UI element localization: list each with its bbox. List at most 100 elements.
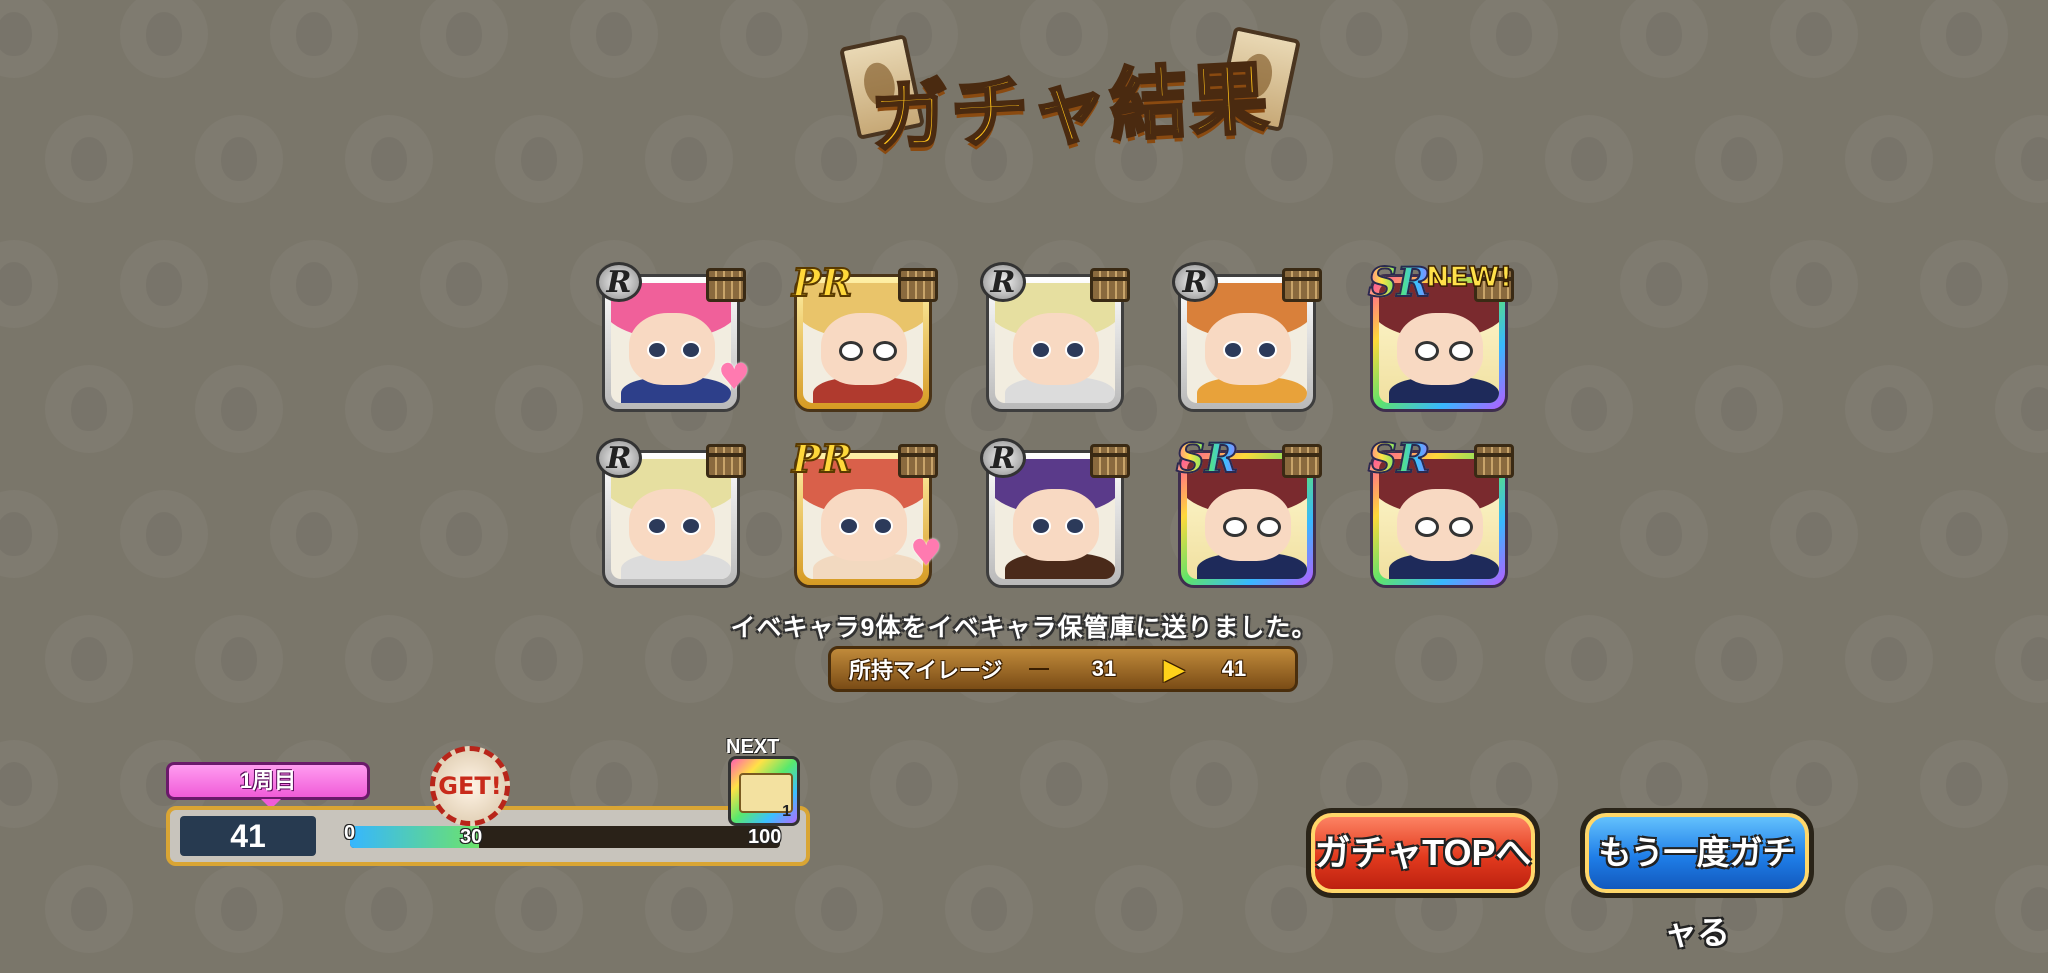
pattern-disc [420, 240, 508, 328]
pattern-disc [1770, 490, 1858, 578]
rarity-badge: R [596, 438, 642, 478]
pattern-disc [1920, 740, 2008, 828]
storage-chest-icon [1282, 268, 1322, 302]
pattern-disc [1170, 740, 1258, 828]
pattern-disc [120, 490, 208, 578]
pattern-disc [1995, 365, 2048, 453]
pattern-disc [1695, 115, 1783, 203]
rarity-badge: PR [791, 435, 853, 482]
pattern-disc [1620, 240, 1708, 328]
portrait-face [629, 313, 715, 385]
pattern-disc [1470, 0, 1558, 78]
pattern-disc [345, 865, 433, 953]
draw-count: 41 [180, 816, 316, 856]
pattern-disc [1320, 0, 1408, 78]
pattern-disc [120, 0, 208, 78]
pattern-disc [195, 115, 283, 203]
portrait-eye-left [839, 517, 859, 535]
portrait-eye-left [647, 341, 667, 359]
rarity-badge: SR [1172, 434, 1242, 483]
portrait-eye-right [1449, 517, 1473, 537]
storage-chest-icon [898, 268, 938, 302]
rarity-badge: SR [1364, 258, 1434, 307]
portrait-eye-left [647, 517, 667, 535]
pattern-disc [795, 865, 883, 953]
pattern-disc [270, 490, 358, 578]
portrait-face [1013, 489, 1099, 561]
rarity-badge: SR [1364, 434, 1434, 483]
title-text: ガチャ結果 [867, 52, 1273, 166]
pattern-disc [1920, 240, 2008, 328]
pattern-disc [870, 740, 958, 828]
pattern-disc [1920, 490, 2008, 578]
pattern-disc [1995, 115, 2048, 203]
portrait-eye-left [1415, 517, 1439, 537]
rarity-badge: R [596, 262, 642, 302]
storage-chest-icon [706, 444, 746, 478]
character-card[interactable]: PR ♥ [788, 435, 942, 588]
portrait-eye-right [1065, 517, 1085, 535]
portrait-eye-right [1257, 517, 1281, 537]
get-stamp-icon: GET! [430, 746, 510, 826]
pattern-disc [195, 365, 283, 453]
portrait-eye-right [681, 517, 701, 535]
pattern-disc [270, 240, 358, 328]
mileage-before: 31 [1091, 656, 1117, 681]
character-card[interactable]: R [1172, 262, 1322, 412]
pattern-disc [495, 865, 583, 953]
storage-chest-icon [706, 268, 746, 302]
rarity-badge: R [980, 262, 1026, 302]
pattern-disc [1770, 240, 1858, 328]
mileage-bar: 所持マイレージ 31 ▶ 41 [828, 646, 1298, 692]
pattern-disc [0, 740, 58, 828]
portrait-eye-left [1223, 341, 1243, 359]
character-card[interactable]: SR NEW! [1364, 258, 1514, 412]
pattern-disc [1620, 0, 1708, 78]
pattern-disc [945, 865, 1033, 953]
storage-chest-icon [1090, 444, 1130, 478]
rarity-badge: R [980, 438, 1026, 478]
pattern-disc [645, 865, 733, 953]
pattern-disc [45, 865, 133, 953]
storage-notice: イベキャラ9体をイベキャラ保管庫に送りました。 [730, 614, 1318, 642]
pattern-disc [270, 0, 358, 78]
mileage-arrow-icon: ▶ [1164, 653, 1184, 684]
rarity-badge: PR [791, 259, 853, 306]
new-badge: NEW! [1425, 259, 1513, 294]
portrait-eye-left [1415, 341, 1439, 361]
character-card[interactable]: R [980, 438, 1130, 588]
tick-mid: 30 [460, 826, 483, 848]
pattern-disc [420, 490, 508, 578]
gacha-again-button[interactable]: もう一度ガチャる [1580, 808, 1814, 951]
portrait-eye-right [1257, 341, 1277, 359]
tick-min: 0 [344, 822, 356, 844]
heart-icon: ♥ [718, 357, 751, 398]
portrait-eye-left [839, 341, 863, 361]
portrait-eye-right [1065, 341, 1085, 359]
tick-max: 100 [748, 826, 782, 848]
pattern-disc [345, 365, 433, 453]
mileage-label: 所持マイレージ [849, 658, 1003, 683]
pattern-disc [0, 0, 58, 78]
storage-chest-icon [1282, 444, 1322, 478]
portrait-face [1205, 313, 1291, 385]
character-card[interactable]: SR [1172, 434, 1322, 588]
next-reward-ticket-icon[interactable]: 1 [728, 756, 800, 826]
pattern-disc [1695, 365, 1783, 453]
character-card[interactable]: PR [788, 259, 938, 412]
pattern-disc [45, 115, 133, 203]
pattern-disc [1920, 0, 2008, 78]
gacha-top-button[interactable]: ガチャTOPへ [1306, 808, 1540, 898]
character-card[interactable]: SR [1364, 434, 1514, 588]
character-card[interactable]: R [596, 438, 746, 588]
pattern-disc [345, 115, 433, 203]
character-card[interactable]: R [980, 262, 1130, 412]
pattern-disc [1545, 115, 1633, 203]
storage-chest-icon [1090, 268, 1130, 302]
storage-chest-icon [898, 444, 938, 478]
portrait-eye-left [1031, 341, 1051, 359]
heart-icon: ♥ [910, 533, 943, 574]
character-card[interactable]: R ♥ [596, 262, 750, 412]
pattern-disc [0, 490, 58, 578]
pattern-disc [570, 0, 658, 78]
